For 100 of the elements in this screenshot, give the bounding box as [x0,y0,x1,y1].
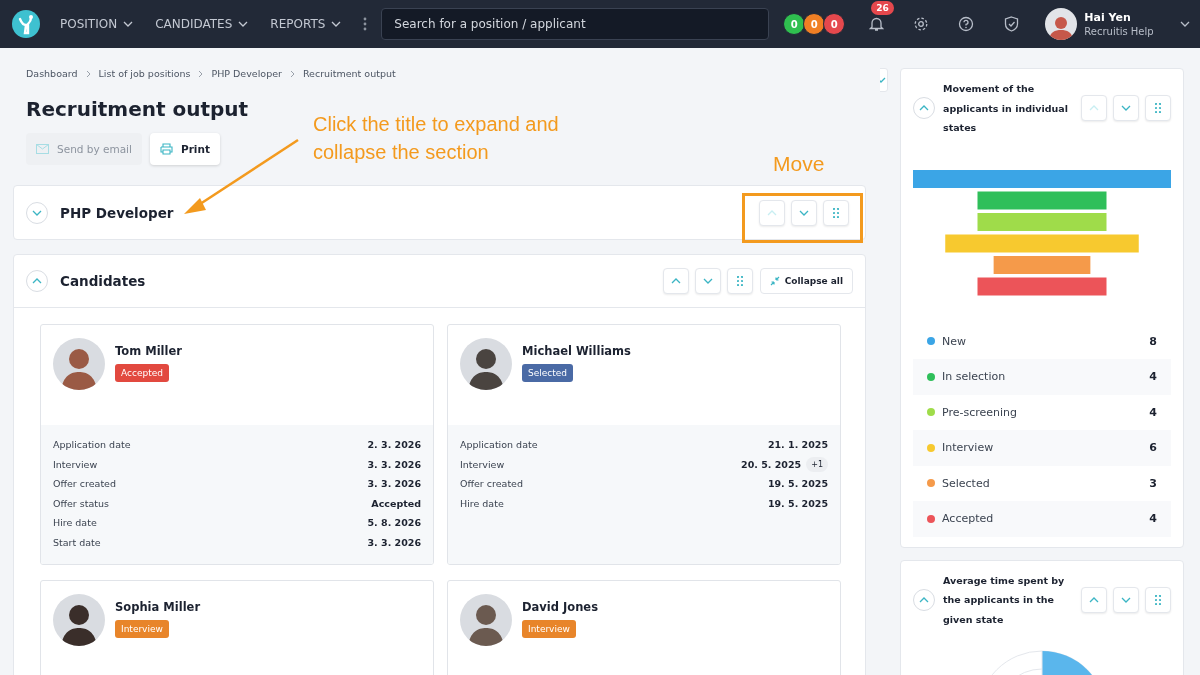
user-name: Hai Yen [1084,11,1132,24]
detail-value: Accepted [371,497,421,509]
nav-menu[interactable]: POSITION [60,17,134,31]
bell-icon [868,16,884,32]
detail-value: 19. 5. 2025 [767,478,828,490]
section-title[interactable]: PHP Developer [60,204,174,221]
chevron-down-icon [1121,105,1131,112]
state-count: 8 [1149,334,1157,348]
detail-value: 3. 3. 2026 [367,478,421,490]
detail-label: Offer status [53,497,109,509]
state-name: Selected [942,476,990,490]
candidate-name[interactable]: Sophia Miller [115,600,201,614]
section-toggle[interactable] [26,201,48,224]
move-up-button[interactable] [1081,586,1107,613]
caret-icon [1180,21,1190,27]
drag-handle-icon [1155,103,1161,114]
status-tag: Interview [522,620,576,638]
breadcrumb-link[interactable]: Recruitment output [302,68,396,79]
user-avatar[interactable] [1045,8,1078,40]
section-toggle[interactable] [913,97,935,120]
state-name: Accepted [942,512,994,526]
section-toggle[interactable] [913,588,935,611]
envelope-icon [36,144,49,154]
status-counter[interactable]: 0 [823,13,846,35]
move-up-button[interactable] [1081,95,1107,122]
avatar-icon [460,338,512,390]
chevron-down-icon [702,278,713,284]
avatar-icon [53,594,105,646]
breadcrumb-separator-icon [198,69,204,78]
annotation-text: Move [773,152,825,176]
chevron-up-icon [919,596,929,603]
chevron-down-icon [1121,596,1131,603]
chevron-up-icon [32,278,42,284]
candidate-name[interactable]: David Jones [522,600,598,614]
drag-button[interactable] [823,199,849,226]
detail-value: 19. 5. 2025 [767,497,828,509]
avatar-icon [53,338,105,390]
detail-label: Offer created [460,478,523,490]
logo-icon[interactable] [12,10,40,38]
caret-icon [331,21,342,27]
print-button[interactable]: Print [149,133,220,165]
breadcrumb-link[interactable]: Dashboard [26,68,78,79]
collapse-icon [769,276,780,286]
breadcrumb-link[interactable]: List of job positions [98,68,191,79]
state-name: In selection [942,370,1006,384]
caret-icon [123,21,134,27]
section-toggle[interactable] [26,270,48,292]
detail-label: Hire date [460,497,504,509]
detail-value: 2. 3. 2026 [367,439,421,451]
status-tag: Accepted [115,364,169,382]
state-count: 4 [1149,370,1157,384]
drag-button[interactable] [1145,586,1171,613]
drag-handle-icon [736,276,743,286]
status-tag: Selected [522,364,573,382]
drag-handle-icon [1155,594,1161,605]
move-down-button[interactable] [791,199,817,226]
detail-label: Application date [460,439,538,451]
detail-value: 5. 8. 2026 [367,517,421,529]
drag-button[interactable] [726,268,753,294]
detail-label: Offer created [53,478,116,490]
avatar-icon [460,594,512,646]
move-down-button[interactable] [1113,95,1139,122]
search-field[interactable]: Search for a position / applicant [381,8,770,40]
chevron-down-icon [799,209,809,216]
detail-value: 21. 1. 2025 [767,439,828,451]
chevron-up-icon [670,278,681,284]
notification-badge: 26 [871,1,894,15]
nav-menu[interactable]: CANDIDATES [155,17,249,31]
detail-label: Hire date [53,517,97,529]
breadcrumb-link[interactable]: PHP Developer [211,68,282,79]
move-up-button[interactable] [662,268,689,294]
move-down-button[interactable] [694,268,721,294]
section-title[interactable]: Candidates [60,273,146,289]
card-title[interactable]: Movement of the applicants in individual states [943,79,1071,138]
nav-menu[interactable]: REPORTS [270,17,342,31]
state-count: 4 [1149,512,1157,526]
more-count[interactable]: +1 [806,456,828,472]
state-count: 4 [1149,405,1157,419]
state-name: Pre-screening [942,405,1018,419]
chevron-up-icon [1089,596,1099,603]
shield-check-icon [1003,16,1019,32]
detail-value: 3. 3. 2026 [367,536,421,548]
chevron-up-icon [1089,105,1099,112]
move-up-button[interactable] [759,199,785,226]
candidate-name[interactable]: Tom Miller [115,344,182,358]
state-name: Interview [942,441,994,455]
detail-label: Application date [53,439,131,451]
move-down-button[interactable] [1113,586,1139,613]
collapse-all-button[interactable]: Collapse all [759,268,853,294]
card-title[interactable]: Average time spent by the applicants in the given state [943,570,1071,629]
detail-value: 3. 3. 2026 [367,458,421,470]
breadcrumb-separator-icon [85,69,91,78]
candidate-name[interactable]: Michael Williams [522,344,631,358]
drag-button[interactable] [1145,95,1171,122]
more-icon[interactable] [363,17,368,31]
state-count: 3 [1149,476,1157,490]
detail-label: Interview [460,458,505,470]
user-organization: Recruitis Help [1084,26,1154,37]
chevron-down-icon [32,209,42,216]
breadcrumb-separator-icon [289,69,295,78]
